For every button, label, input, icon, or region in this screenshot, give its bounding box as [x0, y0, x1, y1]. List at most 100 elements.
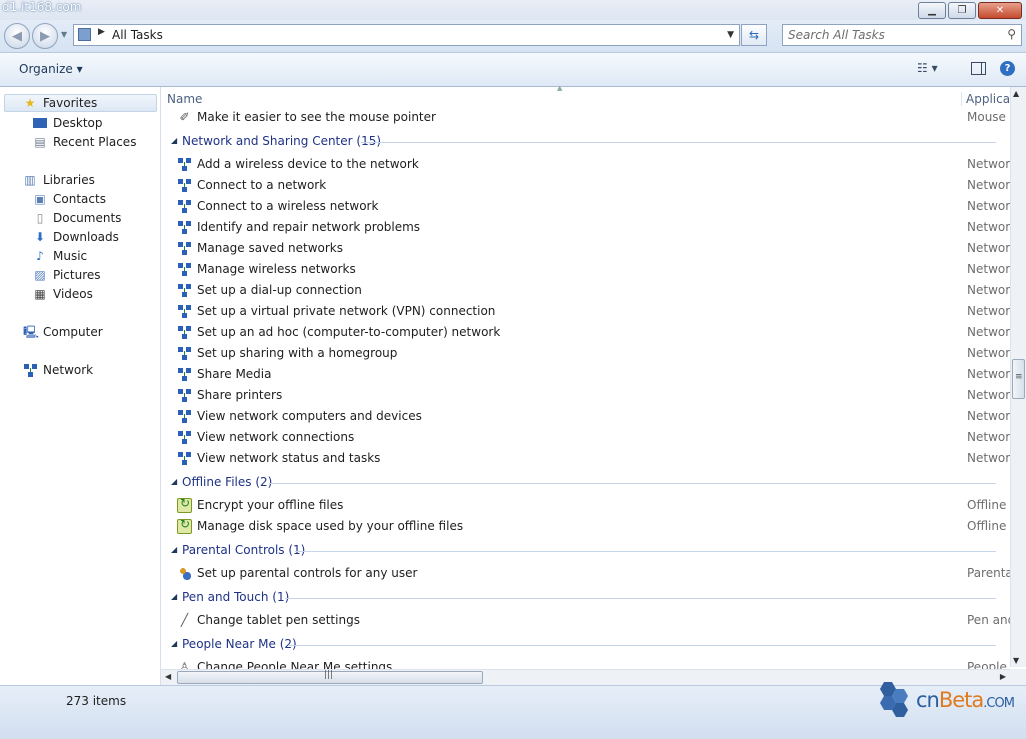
item-title: Set up an ad hoc (computer-to-computer) … — [197, 325, 501, 339]
list-item[interactable]: Set up a dial-up connection Network — [161, 280, 1010, 301]
recent-pages-dropdown[interactable]: ▼ — [61, 30, 67, 39]
group-network-and-sharing-center[interactable]: ◢ Network and Sharing Center (15) — [161, 131, 1010, 152]
collapse-icon[interactable]: ◢ — [171, 639, 177, 648]
item-application: People Near Me — [967, 660, 1010, 669]
scroll-up-icon[interactable]: ▲ — [1013, 89, 1019, 98]
group-people-near-me[interactable]: ◢ People Near Me (2) — [161, 634, 1010, 655]
pen-icon: ╱ — [180, 613, 189, 627]
list-item[interactable]: Set up a virtual private network (VPN) c… — [161, 301, 1010, 322]
task-list: ✐ Make it easier to see the mouse pointe… — [161, 109, 1010, 669]
item-application: Network — [967, 325, 1010, 339]
column-name[interactable]: Name — [167, 92, 202, 106]
breadcrumb-all-tasks[interactable]: All Tasks — [112, 28, 163, 42]
list-item[interactable]: View network computers and devices Networ… — [161, 406, 1010, 427]
preview-pane-icon[interactable] — [971, 62, 986, 75]
list-item[interactable]: View network connections Network — [161, 427, 1010, 448]
close-button[interactable]: ✕ — [978, 2, 1022, 19]
list-item[interactable]: Manage wireless networks Network — [161, 259, 1010, 280]
group-pen-and-touch[interactable]: ◢ Pen and Touch (1) — [161, 587, 1010, 608]
search-icon[interactable]: ⚲ — [1007, 27, 1016, 41]
scroll-left-icon[interactable]: ◀ — [165, 672, 171, 681]
nav-label: Contacts — [53, 192, 106, 206]
minimize-button[interactable]: ▁ — [918, 2, 946, 19]
nav-recent-places[interactable]: ▤ Recent Places — [33, 133, 136, 151]
nav-computer[interactable]: 🖳 Computer — [23, 323, 103, 341]
group-title: Pen and Touch (1) — [182, 590, 290, 604]
refresh-button[interactable]: ⇆ — [741, 24, 767, 46]
group-divider — [269, 483, 996, 484]
network-task-icon — [177, 367, 192, 382]
network-task-icon — [177, 199, 192, 214]
list-item[interactable]: ╱ Change tablet pen settings Pen and Tou… — [161, 610, 1010, 631]
list-item[interactable]: Set up an ad hoc (computer-to-computer) … — [161, 322, 1010, 343]
item-title: Change People Near Me settings — [197, 660, 393, 669]
horizontal-scroll-thumb[interactable] — [177, 670, 483, 684]
list-item[interactable]: Add a wireless device to the network Netw… — [161, 154, 1010, 175]
group-parental-controls[interactable]: ◢ Parental Controls (1) — [161, 540, 1010, 561]
logo-beta: Beta — [938, 688, 984, 712]
collapse-icon[interactable]: ◢ — [171, 477, 177, 486]
change-view-button[interactable]: ☷ ▾ — [917, 61, 938, 75]
back-button[interactable]: ◀ — [4, 23, 30, 49]
list-item[interactable]: Share Media Network — [161, 364, 1010, 385]
item-application: Network — [967, 178, 1010, 192]
list-item[interactable]: Set up parental controls for any user Pa… — [161, 563, 1010, 584]
item-title: Add a wireless device to the network — [197, 157, 419, 171]
control-panel-icon — [78, 28, 91, 41]
breadcrumb-chevron-icon[interactable]: ▶ — [98, 27, 105, 37]
list-item[interactable]: ♙ Change People Near Me settings People … — [161, 657, 1010, 669]
nav-documents[interactable]: ▯ Documents — [33, 209, 122, 227]
computer-icon: 🖳 — [23, 325, 40, 339]
mouse-pointer-icon: ✐ — [179, 110, 190, 124]
item-title: Share Media — [197, 367, 272, 381]
nav-contacts[interactable]: ▣ Contacts — [33, 190, 106, 208]
list-item[interactable]: ✐ Make it easier to see the mouse pointe… — [161, 109, 1010, 128]
item-title: Identify and repair network problems — [197, 220, 421, 234]
vertical-scrollbar[interactable]: ▲ ▼ — [1010, 87, 1026, 667]
item-application: Network — [967, 199, 1010, 213]
list-item[interactable]: Manage disk space used by your offline f… — [161, 516, 1010, 537]
list-item[interactable]: Identify and repair network problems Netw… — [161, 217, 1010, 238]
vertical-scroll-thumb[interactable] — [1012, 359, 1025, 399]
group-offline-files[interactable]: ◢ Offline Files (2) — [161, 472, 1010, 493]
column-application[interactable]: Application — [961, 92, 1010, 106]
nav-label: Music — [53, 249, 88, 263]
nav-favorites[interactable]: ★ Favorites — [4, 94, 157, 112]
nav-libraries[interactable]: ▥ Libraries — [23, 171, 95, 189]
maximize-button[interactable]: ❐ — [948, 2, 976, 19]
nav-videos[interactable]: ▦ Videos — [33, 285, 93, 303]
list-item[interactable]: Connect to a wireless network Network — [161, 196, 1010, 217]
search-input[interactable]: Search All Tasks — [788, 28, 885, 42]
list-item[interactable]: Encrypt your offline files Offline Files — [161, 495, 1010, 516]
list-item[interactable]: Set up sharing with a homegroup Network — [161, 343, 1010, 364]
collapse-icon[interactable]: ◢ — [171, 592, 177, 601]
list-item[interactable]: Manage saved networks Network — [161, 238, 1010, 259]
address-bar[interactable]: ▶ All Tasks ▼ — [73, 24, 740, 46]
network-task-icon — [177, 451, 192, 466]
nav-desktop[interactable]: Desktop — [33, 114, 103, 132]
organize-button[interactable]: Organize ▾ — [19, 62, 83, 76]
nav-music[interactable]: ♪ Music — [33, 247, 87, 265]
item-title: Set up a virtual private network (VPN) c… — [197, 304, 496, 318]
desktop-icon — [33, 118, 47, 128]
nav-label: Pictures — [53, 268, 101, 282]
list-item[interactable]: Share printers Network — [161, 385, 1010, 406]
item-application: Network — [967, 430, 1010, 444]
collapse-icon[interactable]: ◢ — [171, 545, 177, 554]
forward-button[interactable]: ▶ — [32, 23, 58, 49]
group-divider — [285, 598, 996, 599]
nav-network[interactable]: Network — [23, 361, 93, 379]
help-icon[interactable]: ? — [1000, 61, 1015, 76]
forward-arrow-icon: ▶ — [40, 28, 50, 44]
address-dropdown-icon[interactable]: ▼ — [727, 30, 734, 40]
nav-pictures[interactable]: ▨ Pictures — [33, 266, 101, 284]
collapse-icon[interactable]: ◢ — [171, 136, 177, 145]
group-divider — [289, 645, 996, 646]
list-item[interactable]: Connect to a network Network — [161, 175, 1010, 196]
nav-downloads[interactable]: ⬇ Downloads — [33, 228, 119, 246]
scroll-down-icon[interactable]: ▼ — [1013, 656, 1019, 665]
item-title: Set up sharing with a homegroup — [197, 346, 398, 360]
list-item[interactable]: View network status and tasks Network — [161, 448, 1010, 469]
search-box[interactable]: Search All Tasks ⚲ — [782, 24, 1022, 46]
cnbeta-logo-icon — [880, 682, 908, 717]
